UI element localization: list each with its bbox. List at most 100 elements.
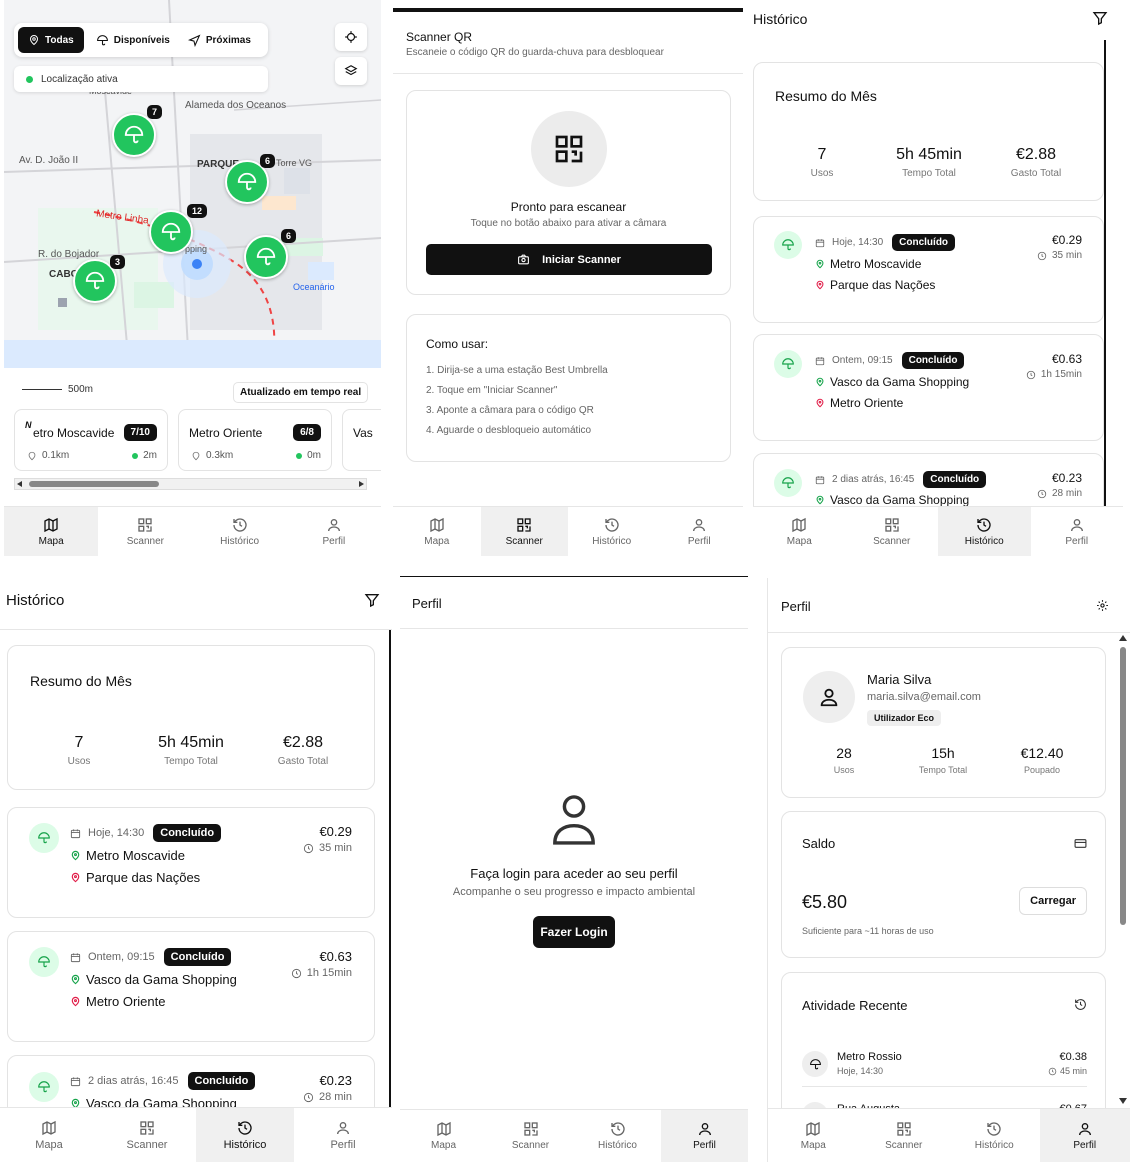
history-entry[interactable]: Hoje, 14:30 Concluído Metro Moscavide Pa… — [753, 216, 1104, 323]
nav-scanner[interactable]: Scanner — [98, 507, 192, 556]
entry-date: Hoje, 14:30 Concluído — [815, 234, 956, 251]
nav-map[interactable]: Mapa — [400, 1110, 487, 1162]
entry-price: €0.63 — [1051, 352, 1082, 366]
scroll-up-arrow[interactable] — [1119, 635, 1127, 641]
station-name: Vas — [353, 426, 373, 440]
login-button[interactable]: Fazer Login — [533, 916, 615, 948]
activity-price: €0.38 — [1059, 1051, 1087, 1063]
bottom-nav: Mapa Scanner Histórico Perfil — [393, 506, 743, 556]
activity-item[interactable]: Metro Rossio Hoje, 14:30 €0.38 45 min — [802, 1047, 1087, 1087]
stat-total-spent: €2.88 Gasto Total — [1010, 146, 1062, 179]
filter-icon[interactable] — [364, 592, 380, 608]
nav-profile[interactable]: Perfil — [1039, 1109, 1130, 1162]
history-icon — [237, 1120, 253, 1136]
nav-profile[interactable]: Perfil — [1031, 507, 1124, 556]
station-marker[interactable]: 7 — [112, 105, 162, 157]
nav-profile[interactable]: Perfil — [287, 507, 381, 556]
station-marker[interactable]: 6 — [225, 154, 275, 204]
nav-map[interactable]: Mapa — [0, 1108, 98, 1162]
page-title: Perfil — [781, 599, 811, 614]
status-dot — [26, 75, 33, 83]
history-header: Histórico — [0, 578, 392, 630]
station-marker[interactable]: 6 — [244, 229, 296, 279]
station-marker[interactable]: 12 — [149, 204, 207, 254]
umbrella-icon — [160, 221, 182, 243]
map-screen: Alameda dos Oceanos Av. D. João II Metro… — [4, 0, 381, 556]
nav-scanner[interactable]: Scanner — [480, 507, 568, 556]
nav-map[interactable]: Mapa — [4, 507, 99, 556]
availability-badge: 6/8 — [293, 424, 321, 441]
locate-button[interactable] — [335, 23, 367, 51]
nav-scanner[interactable]: Scanner — [846, 507, 939, 556]
vertical-scrollbar[interactable] — [1119, 633, 1127, 1108]
nav-history[interactable]: Histórico — [949, 1109, 1040, 1162]
map-icon — [43, 517, 59, 533]
station-marker[interactable]: 3 — [73, 255, 125, 303]
horizontal-scrollbar[interactable] — [14, 478, 367, 490]
nav-profile[interactable]: Perfil — [656, 507, 744, 556]
filter-available[interactable]: Disponíveis — [88, 27, 178, 53]
station-card[interactable]: N etro Moscavide 7/10 0.1km 2m — [14, 409, 168, 471]
history-icon — [1074, 998, 1087, 1011]
entry-date: Ontem, 09:15 Concluído — [815, 352, 965, 369]
scroll-right-arrow[interactable] — [359, 481, 364, 487]
user-icon — [551, 791, 597, 845]
nav-history[interactable]: Histórico — [938, 507, 1031, 556]
history-header: Histórico — [753, 0, 1123, 40]
street-label: Alameda dos Oceanos — [185, 100, 287, 111]
gear-icon[interactable] — [1096, 599, 1109, 612]
nav-map[interactable]: Mapa — [768, 1109, 859, 1162]
nav-scanner[interactable]: Scanner — [98, 1108, 196, 1162]
stat-total-time: 15h Tempo Total — [918, 745, 968, 775]
qr-icon — [137, 517, 153, 533]
history-entry[interactable]: Ontem, 09:15 Concluído Vasco da Gama Sho… — [7, 931, 375, 1042]
scroll-left-arrow[interactable] — [17, 481, 22, 487]
map-scale: 500m — [22, 384, 93, 395]
umbrella-icon — [781, 476, 795, 490]
layers-button[interactable] — [335, 57, 367, 85]
nav-scanner[interactable]: Scanner — [487, 1110, 574, 1162]
activity-title: Atividade Recente — [802, 998, 908, 1013]
start-scanner-button[interactable]: Iniciar Scanner — [426, 244, 712, 275]
page-title: Scanner QR — [406, 30, 473, 44]
scroll-thumb[interactable] — [29, 481, 159, 487]
station-card[interactable]: Vas — [342, 409, 381, 471]
nav-scanner[interactable]: Scanner — [859, 1109, 950, 1162]
nav-map[interactable]: Mapa — [753, 507, 846, 556]
scroll-down-arrow[interactable] — [1119, 1098, 1127, 1104]
location-icon — [28, 34, 40, 46]
umbrella-icon — [84, 270, 106, 292]
nav-map[interactable]: Mapa — [393, 507, 481, 556]
filter-icon[interactable] — [1092, 10, 1108, 26]
user-name: Maria Silva — [867, 672, 932, 687]
history-entry[interactable]: Ontem, 09:15 Concluído Vasco da Gama Sho… — [753, 334, 1104, 441]
scroll-thumb[interactable] — [1120, 647, 1126, 925]
entry-destination: Metro Oriente — [815, 396, 903, 410]
nav-profile[interactable]: Perfil — [294, 1108, 392, 1162]
map-area[interactable]: Alameda dos Oceanos Av. D. João II Metro… — [4, 0, 381, 368]
qr-icon — [523, 1121, 539, 1137]
month-summary-card: Resumo do Mês 7 Usos 5h 45min Tempo Total … — [753, 62, 1104, 201]
nav-history[interactable]: Histórico — [568, 507, 656, 556]
nav-profile[interactable]: Perfil — [661, 1110, 748, 1162]
history-entry[interactable]: Hoje, 14:30 Concluído Metro Moscavide Pa… — [7, 807, 375, 918]
howto-title: Como usar: — [426, 337, 489, 351]
nav-history[interactable]: Histórico — [196, 1108, 294, 1162]
umbrella-icon — [809, 1058, 822, 1071]
clock-icon — [1026, 370, 1036, 380]
filter-all[interactable]: Todas — [18, 27, 84, 53]
nav-history[interactable]: Histórico — [193, 507, 287, 556]
station-card[interactable]: Metro Oriente 6/8 0.3km 0m — [178, 409, 332, 471]
balance-title: Saldo — [802, 836, 836, 851]
topup-button[interactable]: Carregar — [1019, 887, 1087, 915]
calendar-icon — [815, 238, 825, 248]
activity-when: Hoje, 14:30 — [837, 1066, 884, 1076]
page-title: Histórico — [6, 592, 65, 609]
filter-label: Todas — [45, 34, 74, 46]
pin-icon — [70, 872, 81, 883]
ready-text: Pronto para escanear — [510, 200, 627, 214]
filter-nearby[interactable]: Próximas — [182, 27, 257, 53]
nav-history[interactable]: Histórico — [574, 1110, 661, 1162]
profile-header: Perfil — [768, 578, 1130, 633]
umbrella-avatar — [29, 1072, 59, 1102]
